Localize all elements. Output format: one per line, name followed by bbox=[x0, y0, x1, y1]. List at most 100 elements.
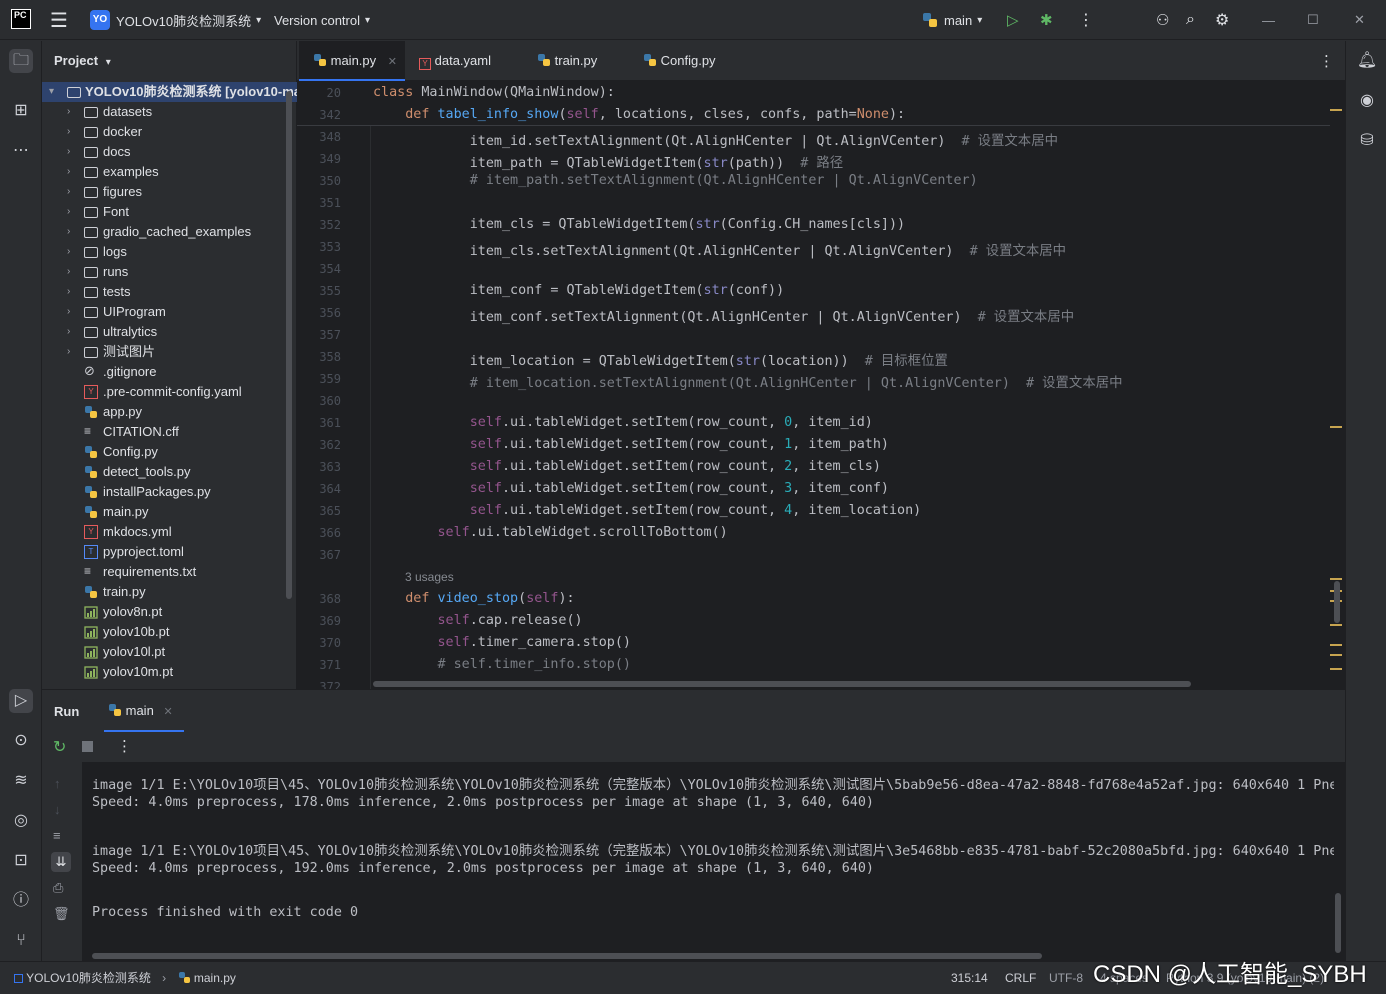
ai-assistant-icon[interactable]: ◉ bbox=[1355, 89, 1379, 113]
console-horizontal-scrollbar[interactable] bbox=[92, 953, 1042, 959]
code-lines[interactable]: 348 item_id.setTextAlignment(Qt.AlignHCe… bbox=[297, 126, 1330, 689]
tree-item-installpackages-py[interactable]: installPackages.py bbox=[42, 482, 297, 502]
tree-item-pre-commit-config-yaml[interactable]: Y .pre-commit-config.yaml bbox=[42, 382, 297, 402]
scrollbar[interactable] bbox=[286, 91, 292, 599]
project-panel: Project ▾ ▾ YOLOv10肺炎检测系统 [yolov10-mai ›… bbox=[42, 41, 297, 689]
tree-item-figures[interactable]: › figures bbox=[42, 182, 297, 202]
tree-item-uiprogram[interactable]: › UIProgram bbox=[42, 302, 297, 322]
layers-icon[interactable]: ≋ bbox=[9, 769, 33, 793]
tree-item-yolov10m-pt[interactable]: yolov10m.pt bbox=[42, 662, 297, 682]
tab-main-py[interactable]: main.py ✕ bbox=[299, 41, 405, 81]
minimize-icon[interactable]: — bbox=[1262, 0, 1275, 40]
tree-item-config-py[interactable]: Config.py bbox=[42, 442, 297, 462]
editor-horizontal-scrollbar[interactable] bbox=[373, 681, 1191, 687]
main-menu-icon[interactable]: ☰ bbox=[50, 0, 68, 40]
tree-item-yolov8n-pt[interactable]: yolov8n.pt bbox=[42, 602, 297, 622]
project-root[interactable]: ▾ YOLOv10肺炎检测系统 [yolov10-mai bbox=[42, 82, 297, 102]
tree-item-docs[interactable]: › docs bbox=[42, 142, 297, 162]
editor-vertical-scrollbar[interactable] bbox=[1334, 581, 1340, 623]
git-icon[interactable]: ⑂ bbox=[9, 929, 33, 953]
status-bar: YOLOv10肺炎检测系统 › main.py 315:14 CRLF UTF-… bbox=[0, 961, 1386, 993]
run-tab-main[interactable]: main ✕ bbox=[104, 690, 184, 732]
watermark: CSDN @人工智能_SYBH bbox=[1093, 961, 1367, 988]
services-icon[interactable]: ◎ bbox=[9, 809, 33, 833]
folder-icon[interactable]: 🗀 bbox=[9, 49, 33, 73]
database-icon[interactable]: ⛁ bbox=[1355, 129, 1379, 153]
tab-options-icon[interactable]: ⋮ bbox=[1319, 52, 1334, 70]
more-tools-icon[interactable]: ⋯ bbox=[9, 139, 33, 163]
console-vertical-scrollbar[interactable] bbox=[1335, 893, 1341, 953]
tree-item-logs[interactable]: › logs bbox=[42, 242, 297, 262]
close-icon[interactable]: ✕ bbox=[1354, 0, 1365, 40]
add-user-icon[interactable]: ⚇ bbox=[1156, 0, 1169, 40]
chevron-right-icon: › bbox=[67, 346, 71, 357]
tree-item-tests[interactable]: › tests bbox=[42, 282, 297, 302]
ignore-file-icon: ⊘ bbox=[84, 363, 95, 378]
tab-config-py[interactable]: Config.py bbox=[629, 41, 749, 81]
tree-item-examples[interactable]: › examples bbox=[42, 162, 297, 182]
line-number: 361 bbox=[319, 416, 341, 430]
tree-item-yolov10l-pt[interactable]: yolov10l.pt bbox=[42, 642, 297, 662]
tree-item-[interactable]: › 测试图片 bbox=[42, 342, 297, 362]
chevron-right-icon: › bbox=[67, 226, 71, 237]
line-separator[interactable]: CRLF bbox=[1005, 962, 1036, 994]
tab-train-py[interactable]: train.py bbox=[523, 41, 629, 81]
tree-item-gradio-cached-examples[interactable]: › gradio_cached_examples bbox=[42, 222, 297, 242]
tree-item-train-py[interactable]: train.py bbox=[42, 582, 297, 602]
tree-item-ultralytics[interactable]: › ultralytics bbox=[42, 322, 297, 342]
more-actions-icon[interactable]: ⋮ bbox=[1078, 0, 1094, 40]
model-file-icon bbox=[84, 606, 98, 619]
tree-item-mkdocs-yml[interactable]: Ymkdocs.yml bbox=[42, 522, 297, 542]
tree-item-citation-cff[interactable]: ≡ CITATION.cff bbox=[42, 422, 297, 442]
structure-icon[interactable]: ⊞ bbox=[9, 99, 33, 123]
line-number: 352 bbox=[319, 218, 341, 232]
vcs-menu[interactable]: Version control ▾ bbox=[274, 0, 370, 40]
tree-item-docker[interactable]: › docker bbox=[42, 122, 297, 142]
cursor-position[interactable]: 315:14 bbox=[951, 962, 988, 994]
tree-item-gitignore[interactable]: ⊘ .gitignore bbox=[42, 362, 297, 382]
search-icon[interactable]: ⌕ bbox=[1186, 0, 1195, 40]
maximize-icon[interactable]: ☐ bbox=[1307, 0, 1319, 40]
folder-icon bbox=[84, 187, 98, 198]
tree-item-yolov10b-pt[interactable]: yolov10b.pt bbox=[42, 622, 297, 642]
run-icon[interactable]: ▷ bbox=[1007, 0, 1019, 40]
scroll-marker bbox=[1330, 578, 1342, 580]
tree-item-main-py[interactable]: main.py bbox=[42, 502, 297, 522]
python-console-icon[interactable]: ⊙ bbox=[9, 729, 33, 753]
pycharm-logo[interactable]: PC _ bbox=[11, 9, 31, 30]
rerun-icon[interactable]: ↻ bbox=[53, 737, 66, 757]
close-icon[interactable]: ✕ bbox=[388, 56, 397, 68]
tree-item-datasets[interactable]: › datasets bbox=[42, 102, 297, 122]
stop-icon[interactable] bbox=[82, 741, 93, 752]
close-icon[interactable]: ✕ bbox=[163, 706, 172, 718]
tree-item-detect-tools-py[interactable]: detect_tools.py bbox=[42, 462, 297, 482]
breadcrumb-file[interactable]: main.py bbox=[194, 971, 236, 985]
tree-item-requirements-txt[interactable]: ≡ requirements.txt bbox=[42, 562, 297, 582]
debug-icon[interactable]: ✱ bbox=[1040, 0, 1053, 40]
project-switcher[interactable]: YO YOLOv10肺炎检测系统 ▾ bbox=[90, 0, 261, 40]
title-bar: PC _ ☰ YO YOLOv10肺炎检测系统 ▾ Version control… bbox=[0, 0, 1386, 40]
notifications-icon[interactable]: 🔔︎ bbox=[1355, 49, 1379, 73]
breadcrumb-project[interactable]: YOLOv10肺炎检测系统 bbox=[26, 971, 151, 985]
usages-hint[interactable]: 3 usages bbox=[405, 570, 454, 584]
console-output[interactable]: image 1/1 E:\YOLOv10项目\45、YOLOv10肺炎检测系统\… bbox=[42, 762, 1334, 952]
tree-item-font[interactable]: › Font bbox=[42, 202, 297, 222]
chevron-down-icon: ▾ bbox=[105, 57, 111, 68]
problems-icon[interactable]: ⓘ bbox=[9, 889, 33, 913]
file-encoding[interactable]: UTF-8 bbox=[1049, 962, 1083, 994]
line-number: 349 bbox=[319, 152, 341, 166]
code-line: item_path = QTableWidgetItem(str(path)) … bbox=[373, 156, 844, 171]
python-icon bbox=[85, 446, 97, 458]
run-config-selector[interactable]: main ▾ bbox=[922, 0, 982, 40]
tree-item-runs[interactable]: › runs bbox=[42, 262, 297, 282]
tab-data-yaml[interactable]: Y data.yaml bbox=[405, 41, 525, 81]
more-options-icon[interactable]: ⋮ bbox=[117, 737, 132, 755]
vcs-label: Version control bbox=[274, 12, 360, 28]
project-panel-header[interactable]: Project ▾ bbox=[54, 53, 111, 68]
console-line: image 1/1 E:\YOLOv10项目\45、YOLOv10肺炎检测系统\… bbox=[92, 778, 1334, 793]
terminal-icon[interactable]: ⊡ bbox=[9, 849, 33, 873]
tree-item-app-py[interactable]: app.py bbox=[42, 402, 297, 422]
tree-item-pyproject-toml[interactable]: Tpyproject.toml bbox=[42, 542, 297, 562]
run-tool-icon[interactable]: ▷ bbox=[9, 689, 33, 713]
gear-icon[interactable]: ⚙ bbox=[1215, 0, 1229, 40]
